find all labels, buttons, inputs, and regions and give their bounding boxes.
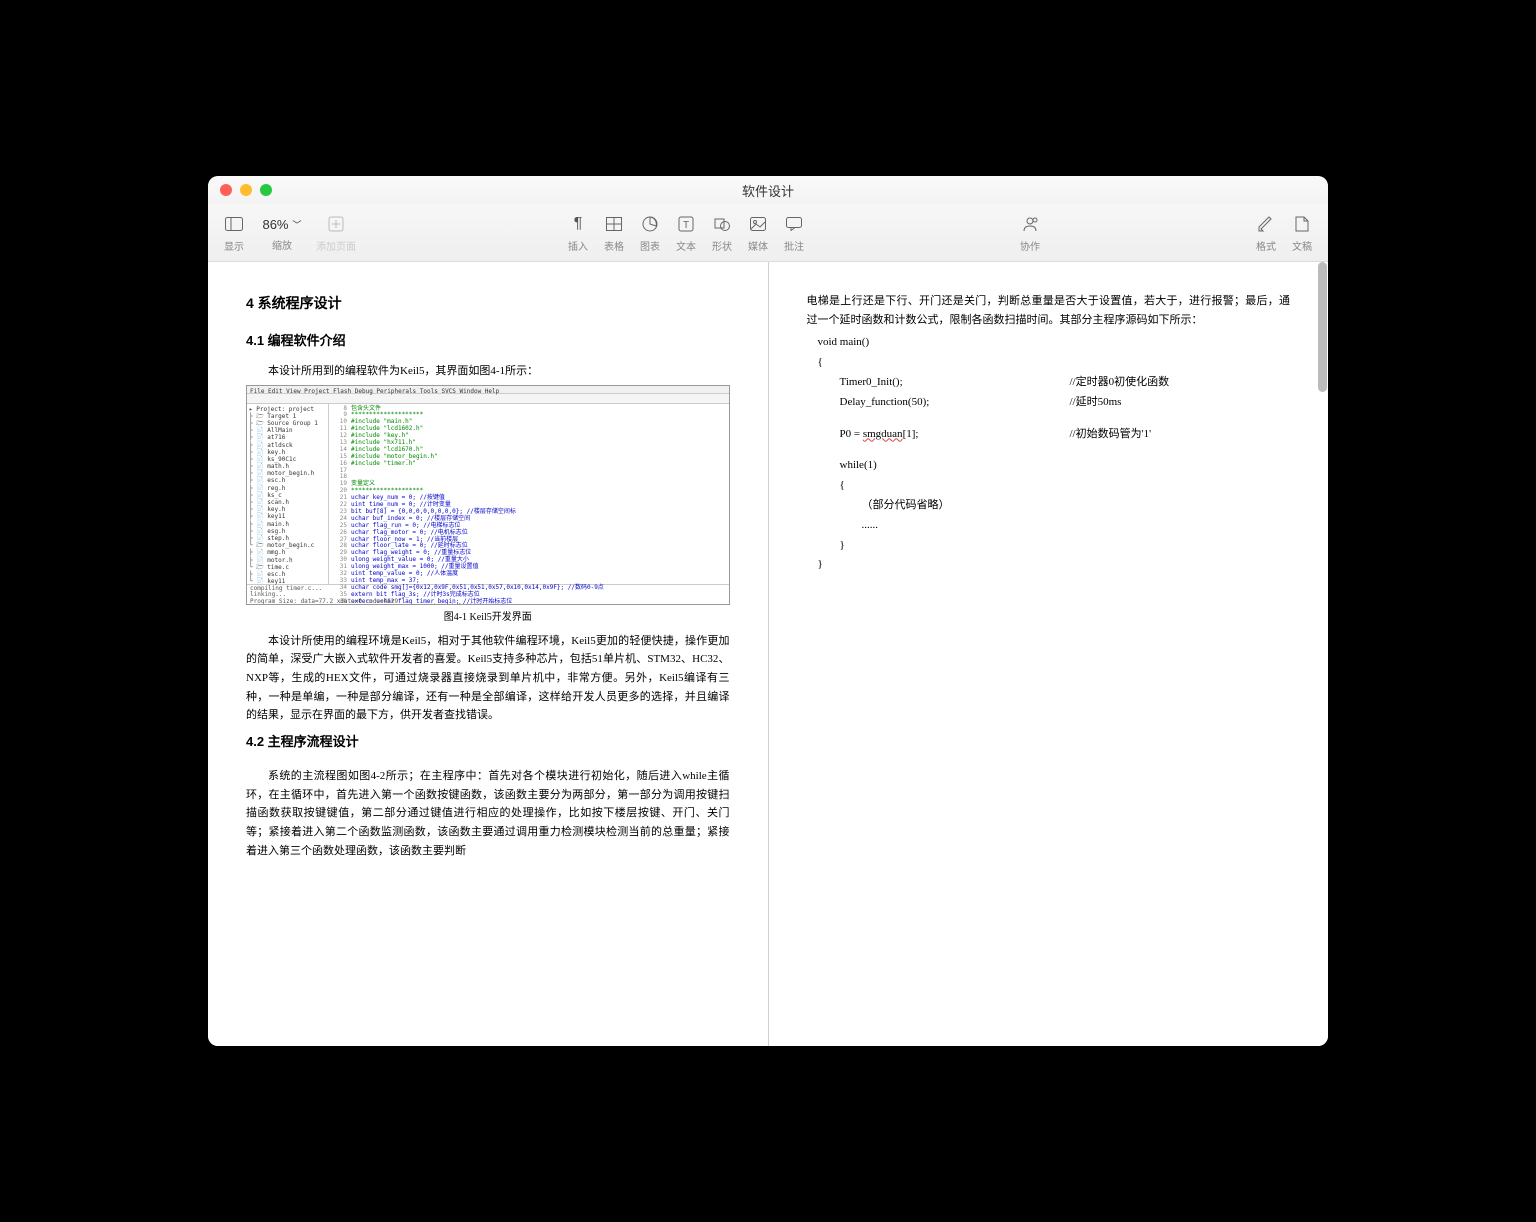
page-right[interactable]: 电梯是上行还是下行、开门还是关门，判断总重量是否大于设置值，若大于，进行报警；最…	[769, 262, 1329, 1046]
doc-label: 文稿	[1292, 238, 1312, 253]
zoom-label: 缩放	[272, 237, 292, 252]
media-icon[interactable]	[744, 212, 772, 236]
shape-group: 形状	[708, 212, 736, 253]
svg-text:T: T	[683, 220, 689, 231]
paragraph-3: 系统的主流程图如图4-2所示；在主程序中：首先对各个模块进行初始化，随后进入wh…	[246, 767, 730, 860]
keil-code-editor: 8包含头文件9********************10#include "m…	[329, 404, 729, 584]
zoom-dropdown[interactable]: 86% ﹀	[256, 213, 308, 235]
paragraph-2: 本设计所使用的编程环境是Keil5，相对于其他软件编程环境，Keil5更加的轻便…	[246, 632, 730, 725]
titlebar: 软件设计	[208, 176, 1328, 204]
zoom-value: 86%	[262, 217, 288, 232]
sidebar-icon[interactable]	[220, 212, 248, 236]
media-group: 媒体	[744, 212, 772, 253]
window-title: 软件设计	[742, 181, 794, 200]
add-page-icon[interactable]	[322, 212, 350, 236]
traffic-lights	[208, 184, 272, 196]
code-line: {	[840, 476, 1291, 496]
format-group: 格式	[1252, 212, 1280, 253]
code-line: ......	[862, 516, 1291, 536]
chart-group: 图表	[636, 212, 664, 253]
code-line: {	[818, 353, 1291, 373]
app-window: 软件设计 显示 86% ﹀ 缩放 添加页面 ¶ 插入	[208, 176, 1328, 1046]
heading-1: 4 系统程序设计	[246, 292, 730, 316]
code-line: void main()	[818, 333, 1291, 353]
chart-label: 图表	[640, 238, 660, 253]
comment-group: 批注	[780, 212, 808, 253]
format-label: 格式	[1256, 238, 1276, 253]
format-icon[interactable]	[1252, 212, 1280, 236]
document-icon[interactable]	[1288, 212, 1316, 236]
code-line: Timer0_Init(); //定时器0初使化函数	[840, 373, 1291, 393]
heading-2a: 4.1 编程软件介绍	[246, 330, 730, 352]
doc-group: 文稿	[1288, 212, 1316, 253]
text-group: T 文本	[672, 212, 700, 253]
code-line: Delay_function(50); //延时50ms	[840, 393, 1291, 413]
code-line: }	[840, 536, 1291, 556]
shape-label: 形状	[712, 238, 732, 253]
code-line: }	[818, 555, 1291, 575]
table-icon[interactable]	[600, 212, 628, 236]
paragraph-1: 本设计所用到的编程软件为Keil5，其界面如图4-1所示：	[246, 362, 730, 381]
add-page-group: 添加页面	[316, 212, 356, 253]
pilcrow-icon[interactable]: ¶	[564, 212, 592, 236]
keil-project-tree: ▸ Project: project ├ 🗁 Target 1 ├ 🗁 Sour…	[247, 404, 329, 584]
maximize-window-button[interactable]	[260, 184, 272, 196]
shape-icon[interactable]	[708, 212, 736, 236]
code-block: void main() { Timer0_Init(); //定时器0初使化函数…	[818, 333, 1291, 575]
toolbar: 显示 86% ﹀ 缩放 添加页面 ¶ 插入 表格	[208, 204, 1328, 262]
heading-2b: 4.2 主程序流程设计	[246, 731, 730, 753]
code-line: （部分代码省略）	[862, 496, 1291, 516]
close-window-button[interactable]	[220, 184, 232, 196]
add-page-label: 添加页面	[316, 238, 356, 253]
keil-toolbar	[247, 394, 729, 404]
media-label: 媒体	[748, 238, 768, 253]
view-label: 显示	[224, 238, 244, 253]
text-icon[interactable]: T	[672, 212, 700, 236]
document-content: 4 系统程序设计 4.1 编程软件介绍 本设计所用到的编程软件为Keil5，其界…	[208, 262, 1328, 1046]
comment-label: 批注	[784, 238, 804, 253]
keil-menubar: File Edit View Project Flash Debug Perip…	[247, 386, 729, 394]
insert-label: 插入	[568, 238, 588, 253]
code-line: while(1)	[840, 456, 1291, 476]
figure-caption: 图4-1 Keil5开发界面	[246, 609, 730, 626]
text-label: 文本	[676, 238, 696, 253]
collab-label: 协作	[1020, 238, 1040, 253]
insert-group: ¶ 插入	[564, 212, 592, 253]
keil-screenshot: File Edit View Project Flash Debug Perip…	[246, 385, 730, 605]
view-group: 显示	[220, 212, 248, 253]
vertical-scrollbar[interactable]	[1318, 262, 1327, 392]
collab-group: 协作	[1016, 212, 1044, 253]
table-label: 表格	[604, 238, 624, 253]
collab-icon[interactable]	[1016, 212, 1044, 236]
chevron-down-icon: ﹀	[293, 218, 302, 231]
right-paragraph-1: 电梯是上行还是下行、开门还是关门，判断总重量是否大于设置值，若大于，进行报警；最…	[807, 292, 1291, 329]
code-line: P0 = smgduan[1]; //初始数码管为'1'	[840, 425, 1291, 445]
minimize-window-button[interactable]	[240, 184, 252, 196]
zoom-group: 86% ﹀ 缩放	[256, 213, 308, 252]
comment-icon[interactable]	[780, 212, 808, 236]
chart-icon[interactable]	[636, 212, 664, 236]
table-group: 表格	[600, 212, 628, 253]
page-left[interactable]: 4 系统程序设计 4.1 编程软件介绍 本设计所用到的编程软件为Keil5，其界…	[208, 262, 769, 1046]
